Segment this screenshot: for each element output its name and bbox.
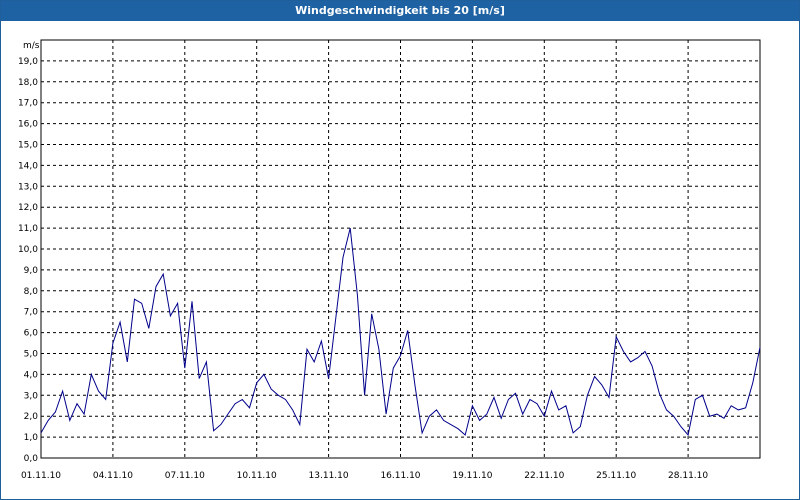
- y-tick-label: 9,0: [24, 266, 39, 276]
- y-tick-label: 6,0: [24, 329, 39, 339]
- y-tick-label: 13,0: [18, 182, 38, 192]
- y-tick-label: 19,0: [18, 57, 38, 67]
- chart-area: 0,0 1,0 2,0 3,0 4,0 5,0 6,0 7,0 8,0 9,0 10,0 11,0 12…: [18, 39, 761, 481]
- y-tick-label: 5,0: [24, 350, 39, 360]
- y-tick-label: 16,0: [18, 120, 38, 130]
- y-tick-label: 8,0: [24, 287, 39, 297]
- y-tick-label: 14,0: [18, 161, 38, 171]
- x-tick-label: 04.11.10: [93, 471, 133, 481]
- x-axis-ticks: 01.11.10 04.11.10 07.11.10 10.11.10 13.11.10…: [21, 471, 708, 481]
- y-tick-label: 7,0: [24, 308, 39, 318]
- y-tick-label: 17,0: [18, 99, 38, 109]
- y-tick-label: 1,0: [24, 433, 39, 443]
- x-tick-label: 01.11.10: [21, 471, 61, 481]
- y-tick-label: 2,0: [24, 412, 39, 422]
- x-tick-label: 19.11.10: [452, 471, 492, 481]
- x-tick-label: 25.11.10: [596, 471, 636, 481]
- x-tick-label: 13.11.10: [309, 471, 349, 481]
- x-tick-label: 22.11.10: [524, 471, 564, 481]
- x-tick-label: 10.11.10: [237, 471, 277, 481]
- x-tick-label: 16.11.10: [380, 471, 420, 481]
- x-tick-label: 07.11.10: [165, 471, 205, 481]
- y-tick-label: 4,0: [24, 370, 39, 380]
- y-tick-label: 15,0: [18, 141, 38, 151]
- y-tick-label: 3,0: [24, 391, 39, 401]
- y-tick-label: 10,0: [18, 245, 38, 255]
- y-axis-ticks: 0,0 1,0 2,0 3,0 4,0 5,0 6,0 7,0 8,0 9,0 10,0 11,0 12…: [18, 57, 38, 464]
- y-tick-label: 11,0: [18, 224, 38, 234]
- y-tick-label: 0,0: [24, 454, 39, 464]
- y-tick-label: 18,0: [18, 78, 38, 88]
- y-tick-label: 12,0: [18, 203, 38, 213]
- x-tick-label: 28.11.10: [668, 471, 708, 481]
- y-axis-label: m/s: [23, 41, 40, 51]
